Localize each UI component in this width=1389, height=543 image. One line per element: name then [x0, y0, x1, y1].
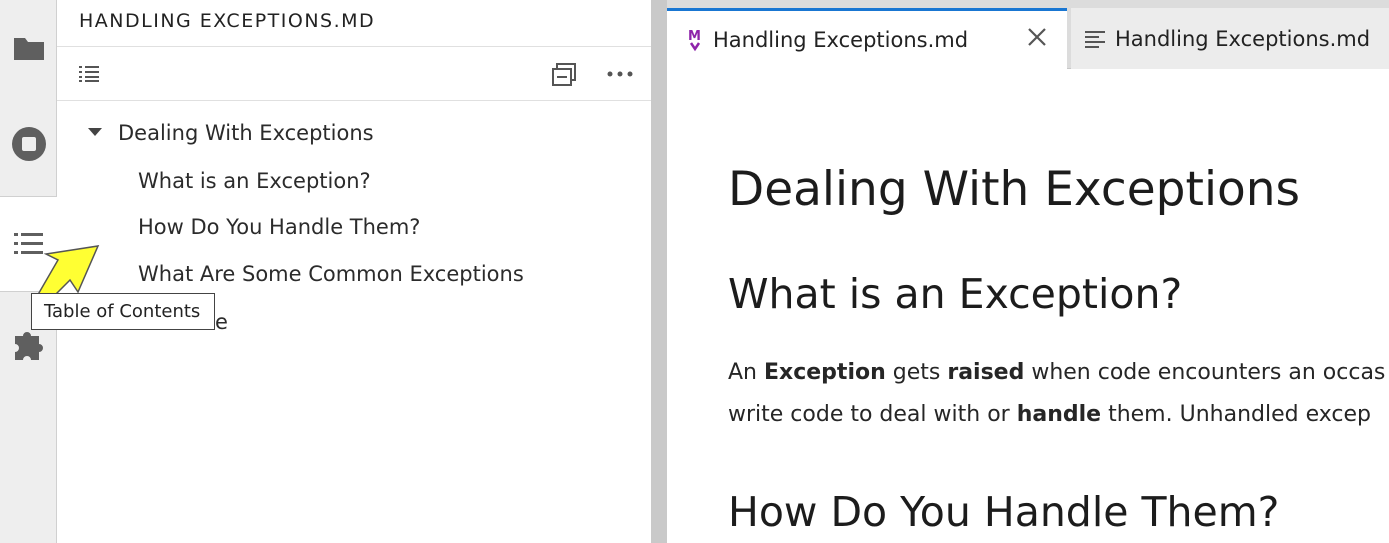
paragraph-line-2: write code to deal with or handle them. …: [728, 402, 1371, 427]
toc-item-common-exceptions[interactable]: What Are Some Common Exceptions: [138, 262, 524, 286]
chevron-down-icon[interactable]: [87, 127, 103, 137]
heading-1: Dealing With Exceptions: [728, 162, 1301, 217]
panel-splitter[interactable]: [651, 0, 667, 543]
table-of-contents-panel: HANDLING EXCEPTIONS.MD Dealing With Exce…: [57, 0, 651, 543]
collapse-all-icon[interactable]: [551, 63, 577, 87]
svg-text:M: M: [688, 29, 701, 44]
tooltip: Table of Contents: [31, 293, 215, 330]
panel-title: HANDLING EXCEPTIONS.MD: [79, 10, 376, 32]
running-tab[interactable]: [0, 96, 57, 192]
extension-puzzle-icon: [14, 332, 43, 360]
toc-item-what-is-an-exception[interactable]: What is an Exception?: [138, 169, 371, 193]
numbered-list-icon[interactable]: [79, 65, 99, 83]
tab-markdown-preview[interactable]: M Handling Exceptions.md: [667, 8, 1067, 69]
text-lines-icon: [1085, 30, 1105, 48]
explorer-tab[interactable]: [0, 0, 57, 96]
panel-toolbar: [57, 46, 651, 101]
folder-icon: [13, 38, 44, 60]
tab-bar: M Handling Exceptions.md Handling Except…: [667, 0, 1389, 69]
paragraph-line-1: An Exception gets raised when code encou…: [728, 360, 1386, 385]
tab-label: Handling Exceptions.md: [1115, 26, 1371, 51]
tab-markdown-source[interactable]: Handling Exceptions.md: [1071, 8, 1389, 69]
markdown-m-icon: M: [688, 29, 701, 52]
tab-label: Handling Exceptions.md: [713, 28, 969, 52]
heading-2-how-do-you-handle: How Do You Handle Them?: [728, 488, 1280, 536]
close-icon[interactable]: [1027, 27, 1047, 47]
toc-item-dealing-with-exceptions[interactable]: Dealing With Exceptions: [118, 121, 374, 145]
toc-item-partial[interactable]: e: [215, 310, 228, 334]
editor-area: M Handling Exceptions.md Handling Except…: [667, 0, 1389, 543]
heading-2-what-is: What is an Exception?: [728, 270, 1183, 318]
stop-circle-icon: [11, 127, 46, 161]
toc-item-how-do-you-handle-them[interactable]: How Do You Handle Them?: [138, 215, 420, 239]
more-options-icon[interactable]: [607, 71, 633, 77]
